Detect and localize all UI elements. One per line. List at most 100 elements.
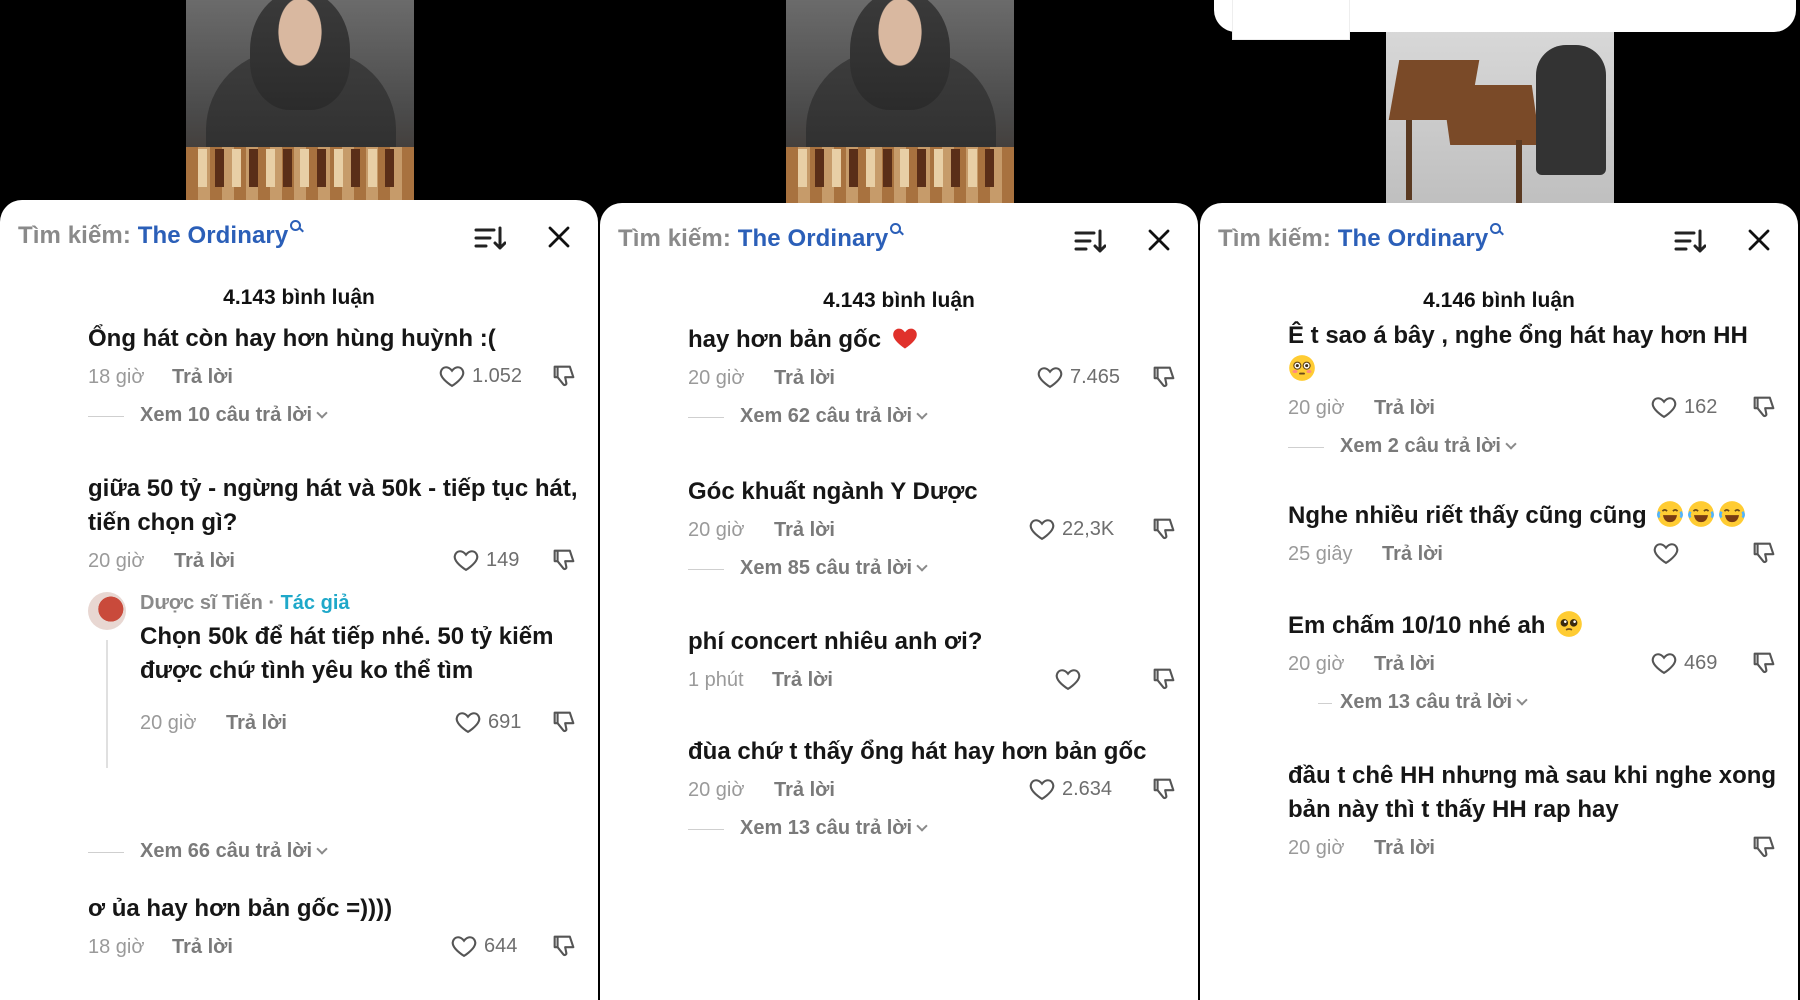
search-header[interactable]: Tìm kiếm: The Ordinary <box>1218 223 1502 253</box>
reply-button[interactable]: Trả lời <box>1374 837 1435 860</box>
flushed-face-emoji <box>1288 354 1316 382</box>
thumbs-down-icon[interactable] <box>1750 393 1778 421</box>
video-table-leg <box>1516 140 1522 205</box>
thumbs-down-icon[interactable] <box>550 932 578 960</box>
like-button[interactable] <box>1652 539 1680 567</box>
view-replies-label: Xem 66 câu trả lời <box>140 840 328 863</box>
search-header[interactable]: Tìm kiếm: The Ordinary <box>18 220 302 250</box>
search-term[interactable]: The Ordinary <box>138 222 289 249</box>
like-count: 162 <box>1684 395 1718 418</box>
chevron-down-icon <box>316 843 328 855</box>
chevron-down-icon <box>1505 438 1517 450</box>
comment-count: 4.143 bình luận <box>223 286 375 309</box>
like-count: 149 <box>486 548 520 571</box>
video-thumbnail[interactable] <box>786 0 1014 205</box>
comment-time: 20 giờ <box>1288 837 1345 859</box>
view-replies-button[interactable]: Xem 13 câu trả lời <box>1288 689 1788 719</box>
reply-button[interactable]: Trả lời <box>1374 397 1435 420</box>
chevron-down-icon <box>916 820 928 832</box>
reply-button[interactable]: Trả lời <box>772 669 833 692</box>
like-button[interactable]: 2.634 <box>1028 775 1112 803</box>
comment-time: 20 giờ <box>1288 397 1345 419</box>
thumbs-down-icon[interactable] <box>1150 775 1178 803</box>
comment-text: phí concert nhiêu anh ơi? <box>688 628 983 655</box>
like-button[interactable] <box>1054 665 1082 693</box>
close-icon[interactable] <box>1746 227 1772 253</box>
thumbs-down-icon[interactable] <box>550 546 578 574</box>
like-count: 2.634 <box>1062 777 1113 800</box>
like-button[interactable]: 7.465 <box>1036 363 1120 391</box>
divider <box>88 852 124 853</box>
reply-button[interactable]: Trả lời <box>226 712 287 735</box>
thumbs-down-icon[interactable] <box>1750 539 1778 567</box>
heart-outline-icon <box>1650 393 1678 421</box>
chevron-down-icon <box>916 560 928 572</box>
like-button[interactable]: 162 <box>1650 393 1717 421</box>
thumbs-down-icon[interactable] <box>550 708 578 736</box>
search-term[interactable]: The Ordinary <box>1338 225 1489 252</box>
reply-button[interactable]: Trả lời <box>774 779 835 802</box>
tears-of-joy-emoji <box>1656 500 1684 528</box>
author-badge: Tác giả <box>280 592 350 614</box>
view-replies-button[interactable]: Xem 85 câu trả lời <box>688 555 1188 585</box>
reply-author: Dược sĩ Tiến · Tác giả <box>140 592 350 615</box>
video-person-head <box>250 0 350 110</box>
comment-text: đầu t chê HH nhưng mà sau khi nghe xong … <box>1288 762 1777 823</box>
view-replies-button[interactable]: Xem 13 câu trả lời <box>688 815 1188 845</box>
thread-line <box>106 640 108 768</box>
view-replies-button[interactable]: Xem 10 câu trả lời <box>88 402 588 432</box>
search-term[interactable]: The Ordinary <box>738 225 889 252</box>
reply-button[interactable]: Trả lời <box>172 936 233 959</box>
reply-button[interactable]: Trả lời <box>1382 543 1443 566</box>
divider <box>688 417 724 418</box>
view-replies-label: Xem 85 câu trả lời <box>740 557 928 580</box>
thumbs-down-icon[interactable] <box>550 362 578 390</box>
thumbs-down-icon[interactable] <box>1150 515 1178 543</box>
overlay-thumbnail <box>1232 0 1350 40</box>
sort-icon[interactable] <box>1074 228 1106 256</box>
thumbs-down-icon[interactable] <box>1750 833 1778 861</box>
thumbs-down-icon[interactable] <box>1750 649 1778 677</box>
like-button[interactable]: 469 <box>1650 649 1717 677</box>
comment-item: Nghe nhiều riết thấy cũng cũng 25 giây T… <box>1288 499 1788 569</box>
like-button[interactable]: 691 <box>454 708 521 736</box>
sort-icon[interactable] <box>474 225 506 253</box>
like-button[interactable]: 149 <box>452 546 519 574</box>
close-icon[interactable] <box>546 224 572 250</box>
sort-icon[interactable] <box>1674 228 1706 256</box>
comment-text: Ê t sao á bây , nghe ổng hát hay hơn HH <box>1288 319 1788 387</box>
chevron-down-icon <box>316 407 328 419</box>
search-header[interactable]: Tìm kiếm: The Ordinary <box>618 223 902 253</box>
view-replies-button[interactable]: Xem 2 câu trả lời <box>1288 433 1788 463</box>
top-overlay-card <box>1214 0 1796 40</box>
like-count: 7.465 <box>1070 365 1121 388</box>
reply-button[interactable]: Trả lời <box>774 367 835 390</box>
reply-button[interactable]: Trả lời <box>174 550 235 573</box>
avatar[interactable] <box>88 592 126 630</box>
comments-screen-3: Tìm kiếm: The Ordinary 4.146 bình luận Ê… <box>1200 0 1798 1000</box>
close-icon[interactable] <box>1146 227 1172 253</box>
comment-time: 20 giờ <box>88 550 145 572</box>
video-thumbnail[interactable] <box>186 0 414 205</box>
comment-text: Ổng hát còn hay hơn hùng huỳnh :( <box>88 325 496 352</box>
comments-screen-1: Tìm kiếm: The Ordinary 4.143 bình luận Ổ… <box>0 0 598 1000</box>
video-chess-table <box>1441 85 1541 145</box>
heart-outline-icon <box>438 362 466 390</box>
heart-outline-icon <box>1650 649 1678 677</box>
author-name[interactable]: Dược sĩ Tiến <box>140 592 263 614</box>
reply-button[interactable]: Trả lời <box>172 366 233 389</box>
comment-item: giữa 50 tỷ - ngừng hát và 50k - tiếp tục… <box>88 472 588 576</box>
comment-text: hay hơn bản gốc <box>688 323 1188 357</box>
like-button[interactable]: 22,3K <box>1028 515 1114 543</box>
view-replies-button[interactable]: Xem 66 câu trả lời <box>88 838 588 868</box>
thumbs-down-icon[interactable] <box>1150 363 1178 391</box>
like-button[interactable]: 1.052 <box>438 362 522 390</box>
reply-button[interactable]: Trả lời <box>1374 653 1435 676</box>
heart-outline-icon <box>1054 665 1082 693</box>
thumbs-down-icon[interactable] <box>1150 665 1178 693</box>
chevron-down-icon <box>1516 694 1528 706</box>
reply-button[interactable]: Trả lời <box>774 519 835 542</box>
like-button[interactable]: 644 <box>450 932 517 960</box>
video-chess-pieces <box>798 149 1002 187</box>
view-replies-button[interactable]: Xem 62 câu trả lời <box>688 403 1188 433</box>
